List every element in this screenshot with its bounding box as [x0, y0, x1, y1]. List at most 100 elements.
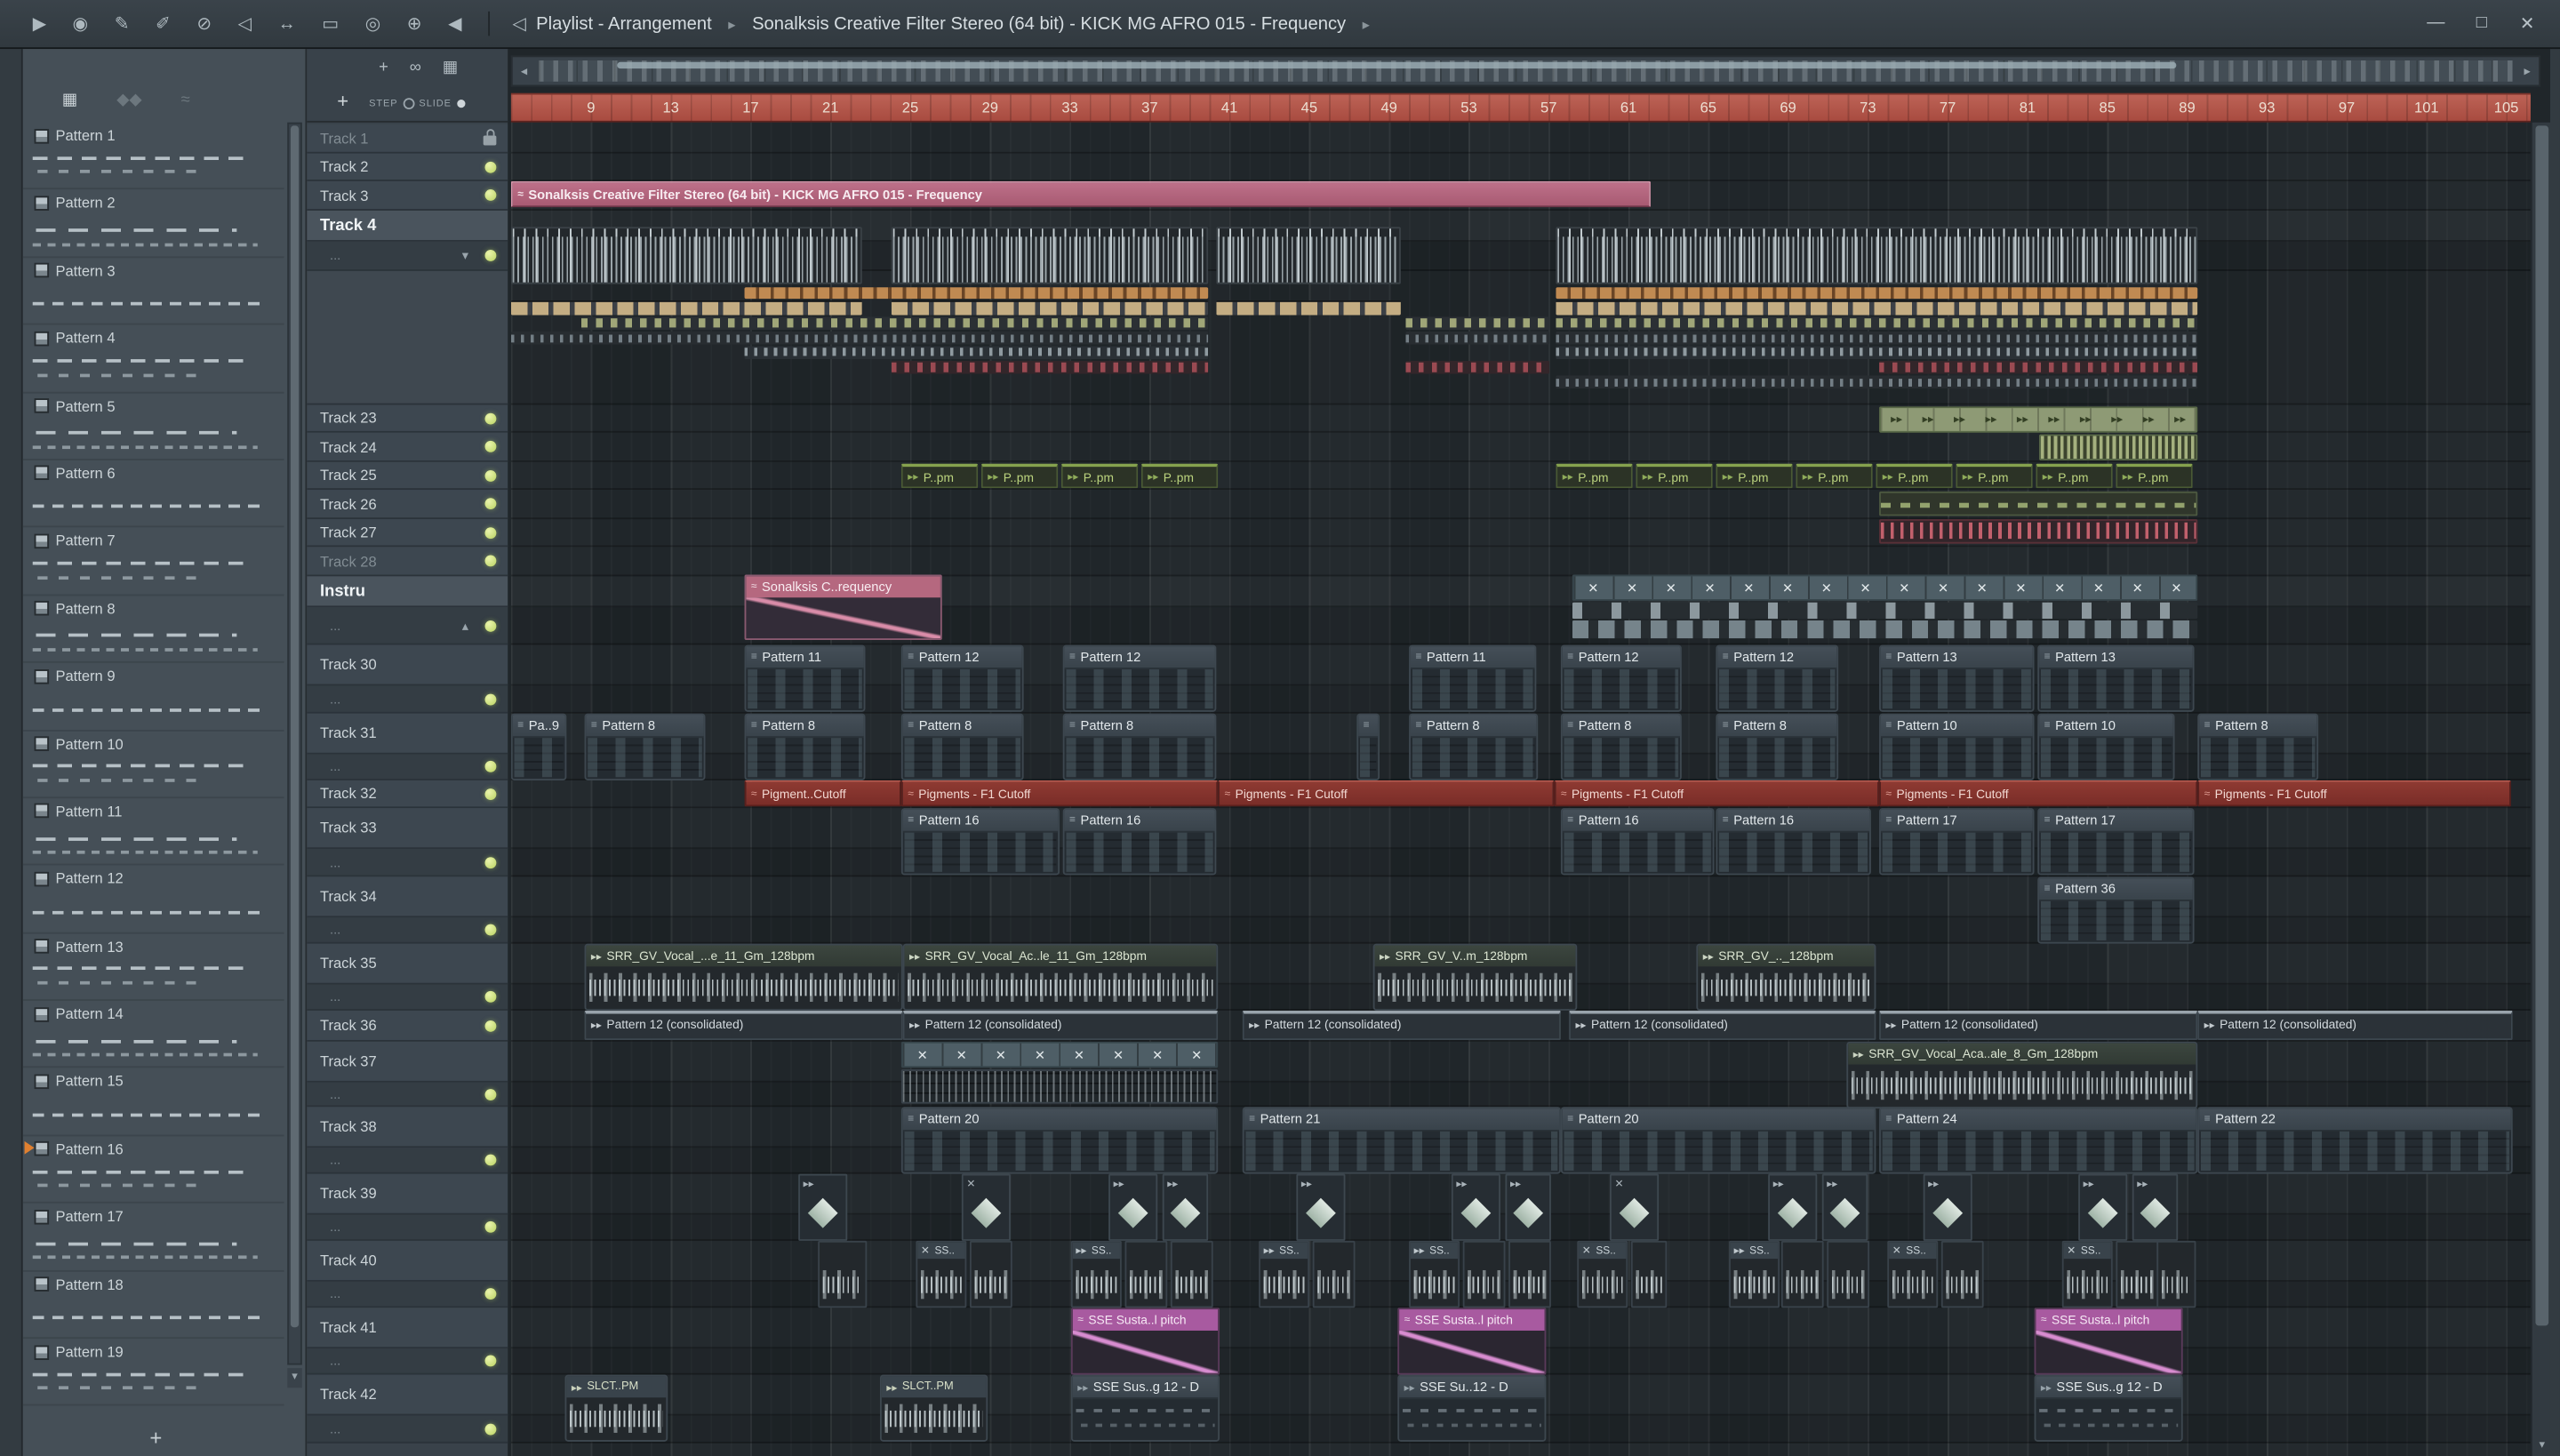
zoom-tool-icon[interactable]: ◎ — [365, 13, 381, 35]
automation-clip[interactable]: ≈ Pigments - F1 Cutoff — [1218, 780, 1555, 807]
audio-clip[interactable]: ▸▸ P..pm — [1556, 463, 1633, 489]
pattern-clip[interactable]: ≡ Pattern 11 — [744, 644, 866, 712]
audio-clip[interactable]: ▸▸ Pattern 12 (consolidated) — [584, 1010, 903, 1040]
track-led[interactable] — [484, 692, 497, 705]
pattern-list-item[interactable]: Pattern 15 — [22, 1068, 284, 1137]
automation-clip[interactable]: ≈ Pigments - F1 Cutoff — [900, 780, 1219, 807]
track-led[interactable] — [484, 555, 497, 567]
pattern-clip[interactable]: ≡ Pattern 10 — [2037, 713, 2175, 780]
track-row[interactable]: Track 30 — [307, 644, 508, 686]
audio-clip[interactable]: ▸▸ Pattern 12 (consolidated) — [2197, 1010, 2513, 1040]
pattern-list-item[interactable]: Pattern 10 — [22, 731, 284, 798]
audio-clip[interactable]: ✕ SS.. — [916, 1240, 967, 1308]
audio-clip[interactable]: ▸▸ SLCT..PM — [879, 1374, 988, 1442]
link-icon[interactable]: ∞ — [410, 59, 421, 76]
pattern-list-item[interactable]: Pattern 11 — [22, 798, 284, 867]
automation-clip[interactable]: ≈ Pigments - F1 Cutoff — [2197, 780, 2511, 807]
track-led[interactable] — [484, 788, 497, 800]
paint-tool-icon[interactable]: ✐ — [156, 13, 171, 35]
play-icon[interactable]: ▶ — [33, 13, 47, 35]
track-row[interactable]: Track 34 — [307, 876, 508, 918]
audio-clip[interactable] — [818, 1240, 868, 1308]
audio-clip[interactable] — [970, 1240, 1012, 1308]
audio-clip[interactable]: ✕ SS.. — [1887, 1240, 1939, 1308]
clip[interactable] — [2039, 434, 2198, 460]
track-row[interactable]: ... ▾ — [307, 241, 508, 271]
audio-clip[interactable]: ▸▸ SRR_GV_V..m_128bpm — [1372, 943, 1578, 1011]
pattern-clip[interactable]: ≡ Pattern 12 — [1062, 644, 1217, 712]
audio-clip[interactable] — [2116, 1240, 2159, 1308]
audio-clip[interactable]: ✕ — [1610, 1173, 1660, 1241]
track-led[interactable] — [484, 1020, 497, 1031]
audio-clip[interactable] — [891, 227, 1209, 284]
audio-clip[interactable] — [1940, 1240, 1984, 1308]
pattern-clip[interactable]: ≡ Pa..9 — [510, 713, 567, 780]
clip[interactable] — [1879, 519, 2198, 544]
track-row[interactable]: Track 39 — [307, 1173, 508, 1215]
audio-clip[interactable]: ▸▸ P..pm — [2116, 463, 2193, 489]
clip[interactable] — [510, 331, 1209, 345]
track-row[interactable]: ... — [307, 1082, 508, 1108]
track-row[interactable]: ... — [307, 1214, 508, 1241]
scroll-right-icon[interactable]: ▸ — [2516, 64, 2539, 79]
pattern-list-item[interactable]: Pattern 17 — [22, 1204, 284, 1272]
track-row[interactable]: Track 1 — [307, 124, 508, 154]
audio-clip[interactable]: ▸▸ — [1108, 1173, 1158, 1241]
audio-clip[interactable] — [1312, 1240, 1356, 1308]
timeline-ruler[interactable]: 9 13 17 21 25 29 33 37 41 45 49 53 57 61 65 69 73 77 81 85 8… — [510, 92, 2531, 123]
clip[interactable] — [1216, 300, 1401, 316]
track-led[interactable] — [484, 1220, 497, 1233]
audio-clip[interactable]: ▸▸ — [1768, 1173, 1818, 1241]
pattern-clip[interactable]: ≡ Pattern 12 — [1716, 644, 1839, 712]
pattern-clip[interactable]: ≡ — [1356, 713, 1380, 780]
audio-clip[interactable]: ▸▸ P..pm — [980, 463, 1059, 489]
audio-clip[interactable]: ▸▸ SRR_GV_.._128bpm — [1696, 943, 1876, 1011]
pattern-clip[interactable]: ≡ Pattern 8 — [2197, 713, 2319, 780]
pattern-clip[interactable]: ≡ Pattern 8 — [744, 713, 866, 780]
playlist-scroll-down-icon[interactable]: ▾ — [2532, 1436, 2552, 1456]
close-icon[interactable]: ✕ — [2505, 13, 2550, 35]
audio-clip[interactable]: ▸▸ SS.. — [1729, 1240, 1780, 1308]
audio-clip[interactable]: ✕ SS.. — [2061, 1240, 2113, 1308]
track-row[interactable]: Instru — [307, 576, 508, 608]
chevron-down-icon[interactable]: ▾ — [462, 248, 468, 263]
track-row[interactable]: ... — [307, 917, 508, 944]
audio-clip[interactable]: ▸▸ P..pm — [1956, 463, 2033, 489]
audio-clip[interactable]: ✕ — [961, 1173, 1011, 1241]
pattern-clip[interactable]: ≡ Pattern 16 — [1716, 808, 1871, 876]
arrange-icon[interactable]: + — [379, 59, 388, 76]
audio-clip[interactable]: ▸▸ SRR_GV_Vocal_Aca..ale_8_Gm_128bpm — [1846, 1041, 2198, 1109]
track-led[interactable] — [484, 469, 497, 481]
clip[interactable] — [900, 1069, 1219, 1104]
pattern-scroll-down-icon[interactable]: ▾ — [287, 1368, 302, 1388]
pattern-list-item[interactable]: Pattern 8 — [22, 596, 284, 663]
track-led[interactable] — [484, 1288, 497, 1300]
track-led[interactable] — [484, 1355, 497, 1367]
audio-clip[interactable] — [2156, 1240, 2196, 1308]
slide-toggle[interactable] — [456, 100, 465, 108]
pattern-list-item[interactable]: Pattern 3 — [22, 258, 284, 325]
pattern-list-item[interactable]: Pattern 1 — [22, 123, 284, 190]
audio-clip[interactable] — [1630, 1240, 1668, 1308]
fl-logo-icon[interactable]: ◉ — [73, 13, 89, 35]
pattern-clip[interactable]: ≡ Pattern 16 — [1560, 808, 1715, 876]
track-led[interactable] — [484, 1154, 497, 1166]
audio-clip[interactable]: ▸▸ P..pm — [1876, 463, 1953, 489]
clip[interactable] — [1556, 375, 2198, 389]
track-row[interactable]: ... — [307, 1348, 508, 1375]
select-tool-icon[interactable]: ▭ — [322, 13, 339, 35]
track-led[interactable] — [484, 498, 497, 510]
pattern-clip[interactable]: ≡ Pattern 17 — [1879, 808, 2035, 876]
pattern-clip[interactable]: ≡ Pattern 12 — [900, 644, 1024, 712]
audio-clip[interactable]: ▸▸ — [2078, 1173, 2128, 1241]
track-led[interactable] — [484, 990, 497, 1003]
track-led[interactable] — [484, 760, 497, 772]
track-row[interactable]: Track 33 — [307, 808, 508, 850]
automation-tab-icon[interactable]: ≈ — [181, 91, 190, 108]
track-row[interactable]: Track 37 — [307, 1041, 508, 1083]
clip[interactable] — [1405, 331, 1550, 345]
track-row[interactable]: Track 3 — [307, 180, 508, 211]
pattern-clip[interactable]: ≡ Pattern 8 — [584, 713, 706, 780]
track-led[interactable] — [484, 412, 497, 424]
slip-tool-icon[interactable]: ↔ — [278, 14, 296, 34]
